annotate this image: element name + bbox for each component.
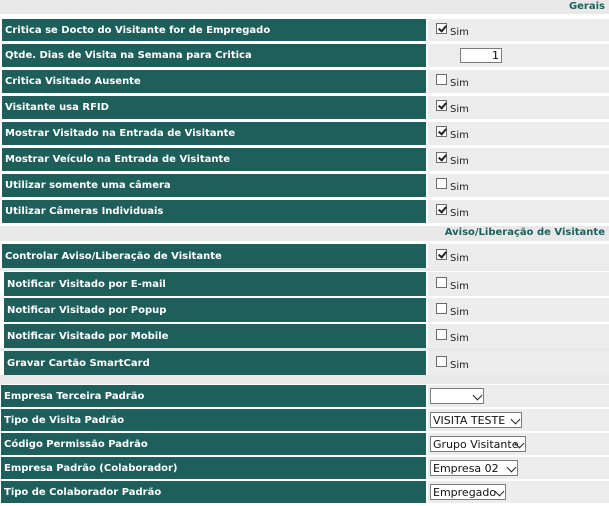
checkbox-mostrar-visitado[interactable] bbox=[436, 126, 447, 137]
value-notificar-email: Sim bbox=[428, 272, 609, 296]
checkbox-cameras-individuais[interactable] bbox=[436, 204, 447, 215]
label-controlar-aviso: Controlar Aviso/Liberação de Visitante bbox=[2, 244, 426, 268]
value-codigo-permissao: Grupo Visitante bbox=[428, 433, 609, 455]
value-empresa-terceira bbox=[428, 385, 609, 407]
checkbox-notificar-mobile[interactable] bbox=[436, 328, 447, 340]
checkbox-notificar-popup[interactable] bbox=[436, 302, 447, 314]
checkbox-mostrar-veiculo[interactable] bbox=[436, 152, 447, 163]
check-label: Sim bbox=[450, 208, 469, 219]
value-controlar-aviso: Sim bbox=[428, 244, 609, 268]
settings-form: Gerais Critica se Docto do Visitante for… bbox=[0, 0, 609, 506]
section-header-aviso: Aviso/Liberação de Visitante bbox=[0, 226, 609, 241]
checkbox-critica-ausente[interactable] bbox=[436, 74, 447, 85]
label-uma-camera: Utilizar somente uma câmera bbox=[2, 174, 426, 197]
value-critica-ausente: Sim bbox=[428, 70, 609, 93]
tipo-colaborador-select[interactable]: Empregado bbox=[430, 484, 506, 500]
check-label: Sim bbox=[450, 252, 469, 264]
empresa-padrao-select[interactable]: Empresa 02 bbox=[430, 460, 518, 476]
value-notificar-mobile: Sim bbox=[428, 324, 609, 348]
value-qtde-dias: 1 bbox=[428, 44, 609, 67]
label-notificar-popup: Notificar Visitado por Popup bbox=[4, 298, 426, 322]
chevron-down-icon bbox=[472, 390, 483, 401]
label-empresa-terceira: Empresa Terceira Padrão bbox=[1, 385, 426, 407]
value-tipo-visita: VISITA TESTE bbox=[428, 409, 609, 431]
value-uma-camera: Sim bbox=[428, 174, 609, 197]
checkbox-uma-camera[interactable] bbox=[436, 178, 447, 189]
label-qtde-dias: Qtde. Dias de Visita na Semana para Crit… bbox=[2, 44, 426, 67]
label-mostrar-visitado: Mostrar Visitado na Entrada de Visitante bbox=[2, 122, 426, 145]
label-notificar-mobile: Notificar Visitado por Mobile bbox=[4, 324, 426, 348]
check-label: Sim bbox=[450, 130, 469, 141]
label-visitante-rfid: Visitante usa RFID bbox=[2, 96, 426, 119]
section-header-gerais: Gerais bbox=[0, 0, 609, 14]
checkbox-notificar-email[interactable] bbox=[436, 276, 447, 288]
value-notificar-popup: Sim bbox=[428, 298, 609, 322]
label-tipo-visita: Tipo de Visita Padrão bbox=[1, 409, 426, 431]
section-spacer bbox=[0, 375, 609, 384]
label-codigo-permissao: Código Permissão Padrão bbox=[1, 433, 426, 455]
empresa-terceira-select[interactable] bbox=[430, 388, 484, 404]
check-label: Sim bbox=[450, 332, 469, 344]
section-title-gerais: Gerais bbox=[568, 1, 605, 12]
check-label: Sim bbox=[450, 182, 469, 193]
value-visitante-rfid: Sim bbox=[428, 96, 609, 119]
qtde-dias-input[interactable]: 1 bbox=[460, 48, 502, 63]
check-label: Sim bbox=[450, 280, 469, 292]
check-label: Sim bbox=[450, 26, 469, 38]
checkbox-controlar-aviso[interactable] bbox=[436, 248, 447, 260]
label-tipo-colaborador: Tipo de Colaborador Padrão bbox=[1, 481, 426, 503]
label-mostrar-veiculo: Mostrar Veículo na Entrada de Visitante bbox=[2, 148, 426, 171]
check-label: Sim bbox=[450, 156, 469, 167]
check-label: Sim bbox=[450, 78, 469, 89]
label-cameras-individuais: Utilizar Câmeras Individuais bbox=[2, 200, 426, 223]
value-tipo-colaborador: Empregado bbox=[428, 481, 609, 503]
codigo-permissao-select[interactable]: Grupo Visitante bbox=[430, 436, 526, 452]
chevron-down-icon bbox=[510, 414, 521, 425]
checkbox-critica-docto[interactable] bbox=[436, 22, 447, 34]
check-label: Sim bbox=[450, 104, 469, 115]
value-cameras-individuais: Sim bbox=[428, 200, 609, 223]
label-critica-docto: Critica se Docto do Visitante for de Emp… bbox=[2, 19, 426, 41]
value-gravar-smartcard: Sim bbox=[428, 351, 609, 375]
value-mostrar-visitado: Sim bbox=[428, 122, 609, 145]
value-mostrar-veiculo: Sim bbox=[428, 148, 609, 171]
check-label: Sim bbox=[450, 359, 469, 371]
label-notificar-email: Notificar Visitado por E-mail bbox=[4, 272, 426, 296]
tipo-visita-select[interactable]: VISITA TESTE bbox=[430, 412, 522, 428]
checkbox-gravar-smartcard[interactable] bbox=[436, 355, 447, 367]
check-label: Sim bbox=[450, 306, 469, 318]
label-critica-ausente: Critica Visitado Ausente bbox=[2, 70, 426, 93]
section-title-aviso: Aviso/Liberação de Visitante bbox=[444, 227, 605, 238]
row-spacer bbox=[0, 268, 609, 271]
label-gravar-smartcard: Gravar Cartão SmartCard bbox=[4, 351, 426, 375]
checkbox-visitante-rfid[interactable] bbox=[436, 100, 447, 111]
label-empresa-padrao: Empresa Padrão (Colaborador) bbox=[1, 457, 426, 479]
value-empresa-padrao: Empresa 02 bbox=[428, 457, 609, 479]
chevron-down-icon bbox=[506, 462, 517, 473]
value-critica-docto: Sim bbox=[428, 19, 609, 41]
